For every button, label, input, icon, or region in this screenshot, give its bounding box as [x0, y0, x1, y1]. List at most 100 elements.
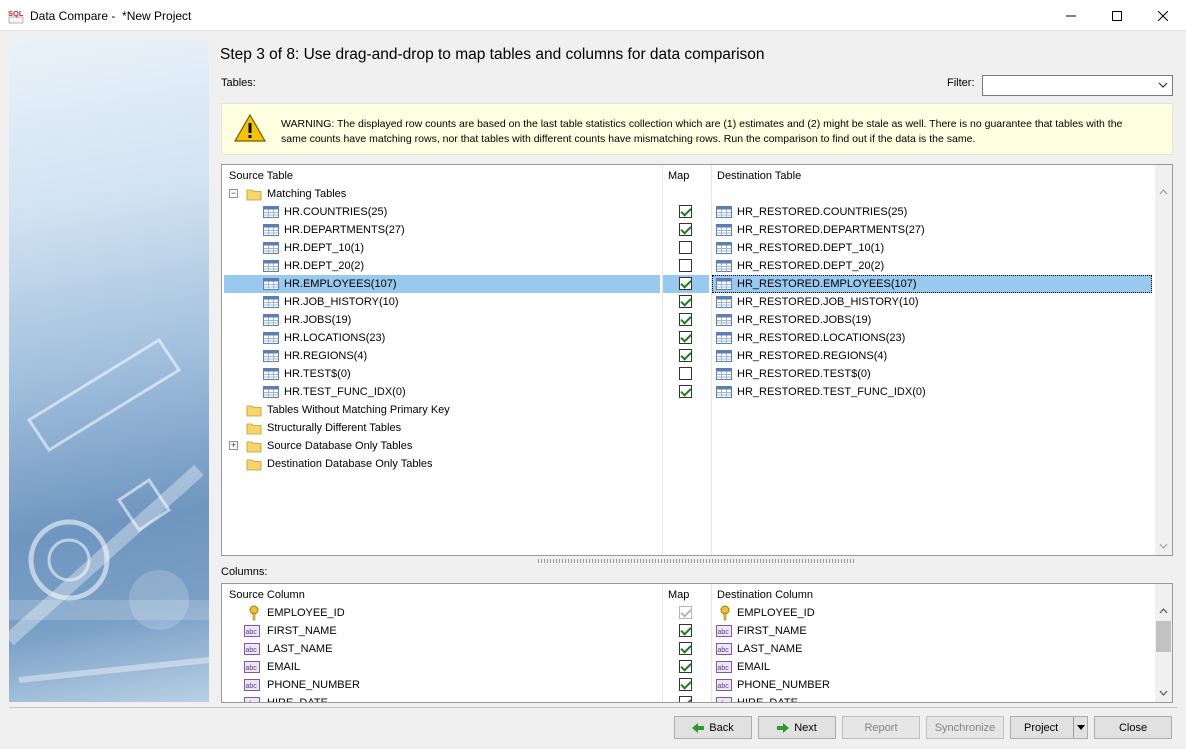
- destination-column-header[interactable]: Destination Column: [717, 589, 813, 601]
- group-row[interactable]: Structurally Different Tables: [222, 419, 1152, 437]
- table-row[interactable]: HR.DEPARTMENTS(27) HR_RESTORED.DEPARTMENT…: [222, 221, 1152, 239]
- source-table-name: HR.COUNTRIES(25): [284, 206, 388, 218]
- group-row[interactable]: + Source Database Only Tables: [222, 437, 1152, 455]
- map-checkbox[interactable]: [679, 642, 692, 655]
- map-checkbox[interactable]: [679, 277, 692, 290]
- map-checkbox[interactable]: [679, 259, 692, 272]
- project-dropdown-toggle[interactable]: [1073, 717, 1087, 738]
- map-checkbox[interactable]: [679, 313, 692, 326]
- project-button[interactable]: Project: [1010, 716, 1088, 739]
- destination-table-name: HR_RESTORED.JOBS(19): [737, 314, 872, 326]
- close-button[interactable]: Close: [1094, 716, 1172, 739]
- filter-combobox[interactable]: [982, 75, 1173, 96]
- group-row[interactable]: Tables Without Matching Primary Key: [222, 401, 1152, 419]
- map-header[interactable]: Map: [668, 170, 689, 182]
- warning-banner: WARNING: The displayed row counts are ba…: [221, 103, 1173, 155]
- table-row[interactable]: HR.DEPT_20(2) HR_RESTORED.DEPT_20(2): [222, 257, 1152, 275]
- svg-text:abc: abc: [246, 647, 258, 654]
- expand-icon[interactable]: +: [229, 441, 238, 450]
- arrow-left-icon: [692, 722, 705, 733]
- table-row[interactable]: HR.COUNTRIES(25) HR_RESTORED.COUNTRIES(25…: [222, 203, 1152, 221]
- map-checkbox[interactable]: [679, 205, 692, 218]
- column-row[interactable]: abc PHONE_NUMBER abc PHONE_NUMBER: [222, 676, 1152, 694]
- svg-text:abc: abc: [718, 629, 730, 636]
- columns-vertical-scrollbar[interactable]: [1155, 584, 1172, 702]
- map-checkbox[interactable]: [679, 349, 692, 362]
- map-header[interactable]: Map: [668, 589, 689, 601]
- svg-text:abc: abc: [718, 683, 730, 690]
- map-checkbox[interactable]: [679, 223, 692, 236]
- table-icon: [263, 241, 279, 258]
- map-checkbox[interactable]: [679, 295, 692, 308]
- table-icon: [716, 277, 732, 294]
- folder-icon: [246, 403, 262, 420]
- source-column-name: LAST_NAME: [267, 643, 333, 655]
- scroll-up-icon[interactable]: [1159, 189, 1168, 195]
- map-checkbox[interactable]: [679, 660, 692, 673]
- scroll-thumb[interactable]: [1156, 621, 1171, 652]
- maximize-button[interactable]: [1094, 0, 1140, 31]
- map-checkbox[interactable]: [679, 367, 692, 380]
- filter-label: Filter:: [947, 77, 975, 89]
- group-row-matching-tables[interactable]: − Matching Tables: [222, 185, 1152, 203]
- close-window-button[interactable]: [1140, 0, 1186, 31]
- table-icon: [716, 367, 732, 384]
- table-row[interactable]: HR.JOBS(19) HR_RESTORED.JOBS(19): [222, 311, 1152, 329]
- map-checkbox[interactable]: [679, 385, 692, 398]
- table-row[interactable]: HR.JOB_HISTORY(10) HR_RESTORED.JOB_HISTOR…: [222, 293, 1152, 311]
- column-row[interactable]: EMPLOYEE_ID EMPLOYEE_ID: [222, 604, 1152, 622]
- map-checkbox[interactable]: [679, 678, 692, 691]
- step-heading: Step 3 of 8: Use drag-and-drop to map ta…: [220, 46, 765, 63]
- column-row[interactable]: abc FIRST_NAME abc FIRST_NAME: [222, 622, 1152, 640]
- map-checkbox[interactable]: [679, 241, 692, 254]
- source-column-header[interactable]: Source Column: [229, 589, 305, 601]
- table-row[interactable]: HR.LOCATIONS(23) HR_RESTORED.LOCATIONS(23…: [222, 329, 1152, 347]
- collapse-icon[interactable]: −: [229, 189, 238, 198]
- map-checkbox[interactable]: [679, 331, 692, 344]
- table-row[interactable]: HR.EMPLOYEES(107) HR_RESTORED.EMPLOYEES(1…: [222, 275, 1152, 293]
- table-row[interactable]: HR.TEST$(0) HR_RESTORED.TEST$(0): [222, 365, 1152, 383]
- scroll-down-icon[interactable]: [1159, 543, 1168, 549]
- destination-column-name: EMAIL: [737, 661, 771, 673]
- column-row[interactable]: abc EMAIL abc EMAIL: [222, 658, 1152, 676]
- column-row[interactable]: abc LAST_NAME abc LAST_NAME: [222, 640, 1152, 658]
- svg-text:abc: abc: [246, 683, 258, 690]
- back-button[interactable]: Back: [674, 716, 752, 739]
- scroll-down-icon[interactable]: [1159, 690, 1168, 696]
- next-button[interactable]: Next: [758, 716, 836, 739]
- table-icon: [716, 313, 732, 330]
- svg-text:abc: abc: [246, 629, 258, 636]
- table-icon: [263, 223, 279, 240]
- table-row[interactable]: HR.REGIONS(4) HR_RESTORED.REGIONS(4): [222, 347, 1152, 365]
- source-column-name: PHONE_NUMBER: [267, 679, 360, 691]
- source-column-name: EMAIL: [267, 661, 301, 673]
- folder-icon: [246, 189, 262, 201]
- string-type-icon: abc: [716, 661, 732, 676]
- column-row[interactable]: abc HIRE_DATEabc HIRE_DATE: [222, 694, 1152, 703]
- synchronize-button[interactable]: Synchronize: [926, 716, 1004, 739]
- window-title: Data Compare - *New Project: [30, 9, 192, 23]
- destination-table-header[interactable]: Destination Table: [717, 170, 801, 182]
- map-checkbox[interactable]: [679, 624, 692, 637]
- tables-vertical-scrollbar[interactable]: [1155, 165, 1172, 555]
- tables-grid[interactable]: Source Table Map Destination Table − Mat…: [221, 164, 1173, 556]
- report-button[interactable]: Report: [842, 716, 920, 739]
- svg-text:abc: abc: [718, 701, 730, 703]
- group-row[interactable]: Destination Database Only Tables: [222, 455, 1152, 473]
- table-row[interactable]: HR.DEPT_10(1) HR_RESTORED.DEPT_10(1): [222, 239, 1152, 257]
- destination-table-name: HR_RESTORED.TEST_FUNC_IDX(0): [737, 386, 926, 398]
- source-table-header[interactable]: Source Table: [229, 170, 293, 182]
- minimize-button[interactable]: [1048, 0, 1094, 31]
- columns-grid[interactable]: Source Column Map Destination Column EMP…: [221, 583, 1173, 703]
- table-row[interactable]: HR.TEST_FUNC_IDX(0) HR_RESTORED.TEST_FUNC…: [222, 383, 1152, 401]
- map-checkbox[interactable]: [679, 606, 692, 619]
- source-table-name: HR.TEST$(0): [284, 368, 351, 380]
- string-type-icon: abc: [716, 679, 732, 694]
- svg-text:abc: abc: [718, 647, 730, 654]
- map-checkbox[interactable]: [679, 696, 692, 702]
- panel-splitter[interactable]: [538, 559, 856, 563]
- table-icon: [716, 385, 732, 402]
- scroll-up-icon[interactable]: [1159, 608, 1168, 614]
- table-icon: [263, 205, 279, 222]
- next-button-label: Next: [794, 721, 817, 734]
